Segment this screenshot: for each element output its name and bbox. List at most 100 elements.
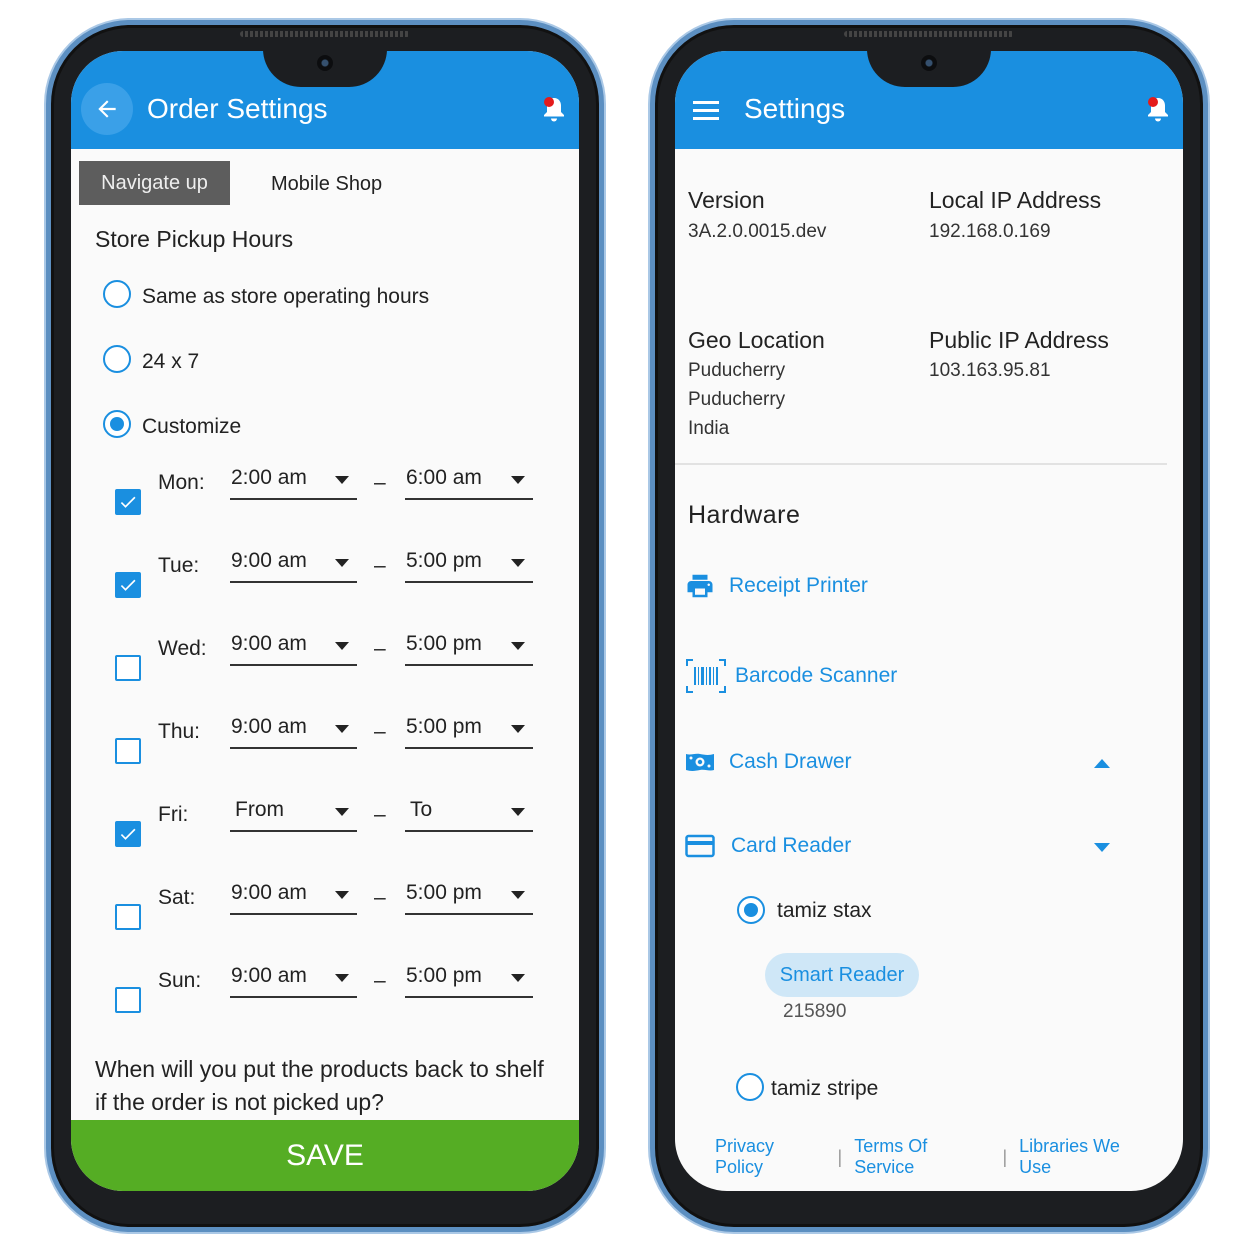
radio-customize[interactable]	[103, 410, 131, 438]
checkbox-mon[interactable]	[115, 489, 141, 515]
day-label-thu: Thu:	[158, 720, 201, 743]
footer-separator: |	[1002, 1146, 1008, 1167]
from-dropdown-sun[interactable]: 9:00 am	[230, 962, 357, 998]
radio-24x7[interactable]	[103, 345, 131, 373]
to-dropdown-thu[interactable]: 5:00 pm	[405, 713, 533, 749]
public-ip-label: Public IP Address	[929, 327, 1109, 353]
caret-up-icon[interactable]	[1094, 759, 1110, 768]
geo-state: Puducherry	[688, 389, 786, 410]
radio-tamiz-stax[interactable]	[737, 896, 765, 924]
from-dropdown-fri[interactable]: From	[230, 796, 357, 832]
dash-wed: –	[374, 637, 386, 660]
local-ip-value: 192.168.0.169	[929, 221, 1051, 242]
cash-icon	[686, 753, 714, 771]
version-label: Version	[688, 187, 765, 213]
back-button[interactable]	[81, 83, 133, 135]
from-dropdown-thu[interactable]: 9:00 am	[230, 713, 357, 749]
to-value-wed: 5:00 pm	[406, 632, 482, 655]
settings-screen: Settings Version 3A.2.0.0015.dev Local I…	[675, 51, 1183, 1191]
to-value-sat: 5:00 pm	[406, 881, 482, 904]
order-settings-screen: Order Settings Navigate up Mobile Shop S…	[71, 51, 579, 1191]
day-label-sun: Sun:	[158, 969, 202, 992]
arrow-left-icon	[98, 100, 116, 118]
smart-reader-chip[interactable]: Smart Reader	[765, 953, 919, 997]
checkbox-fri[interactable]	[115, 821, 141, 847]
checkbox-tue[interactable]	[115, 572, 141, 598]
libraries-we-use-link[interactable]: Libraries We Use	[1019, 1136, 1155, 1178]
geo-location-label: Geo Location	[688, 327, 825, 353]
cash-drawer-label: Cash Drawer	[729, 750, 852, 773]
dropdown-caret-icon	[511, 891, 525, 899]
checkbox-wed[interactable]	[115, 655, 141, 681]
dash-mon: –	[374, 471, 386, 494]
from-dropdown-wed[interactable]: 9:00 am	[230, 630, 357, 666]
dropdown-caret-icon	[511, 974, 525, 982]
to-dropdown-fri[interactable]: To	[405, 796, 533, 832]
dropdown-caret-icon	[511, 725, 525, 733]
checkbox-sat[interactable]	[115, 904, 141, 930]
radio-label-same-hours: Same as store operating hours	[142, 285, 430, 308]
from-dropdown-sat[interactable]: 9:00 am	[230, 879, 357, 915]
notification-bell-icon[interactable]	[541, 95, 567, 125]
printer-icon	[687, 574, 713, 598]
checkmark-icon	[120, 579, 136, 591]
checkbox-thu[interactable]	[115, 738, 141, 764]
cash-drawer-item[interactable]: Cash Drawer	[685, 742, 852, 782]
radio-label-customize: Customize	[142, 415, 242, 438]
to-value-thu: 5:00 pm	[406, 715, 482, 738]
dash-sun: –	[374, 969, 386, 992]
version-value: 3A.2.0.0015.dev	[688, 221, 827, 242]
to-dropdown-wed[interactable]: 5:00 pm	[405, 630, 533, 666]
reader-label-stax: tamiz stax	[777, 899, 872, 922]
notification-bell-icon[interactable]	[1145, 95, 1171, 125]
to-dropdown-mon[interactable]: 6:00 am	[405, 464, 533, 500]
from-dropdown-mon[interactable]: 2:00 am	[230, 464, 357, 500]
from-dropdown-tue[interactable]: 9:00 am	[230, 547, 357, 583]
privacy-policy-link[interactable]: Privacy Policy	[715, 1136, 826, 1178]
geo-city: Puducherry	[688, 360, 786, 381]
dropdown-caret-icon	[511, 642, 525, 650]
save-button[interactable]: SAVE	[71, 1120, 579, 1191]
dash-fri: –	[374, 803, 386, 826]
dash-sat: –	[374, 886, 386, 909]
terms-of-service-link[interactable]: Terms Of Service	[854, 1136, 990, 1178]
store-name: Mobile Shop	[271, 173, 383, 195]
receipt-printer-item[interactable]: Receipt Printer	[685, 566, 868, 606]
to-dropdown-tue[interactable]: 5:00 pm	[405, 547, 533, 583]
day-label-fri: Fri:	[158, 803, 189, 826]
barcode-scanner-label: Barcode Scanner	[735, 664, 898, 687]
menu-icon[interactable]	[693, 101, 719, 121]
from-value-thu: 9:00 am	[231, 715, 307, 738]
to-value-tue: 5:00 pm	[406, 549, 482, 572]
dropdown-caret-icon	[511, 808, 525, 816]
dropdown-caret-icon	[335, 725, 349, 733]
reader-label-stripe: tamiz stripe	[771, 1077, 879, 1100]
speaker-grille	[844, 31, 1014, 37]
public-ip-value: 103.163.95.81	[929, 360, 1051, 381]
navigate-up-tooltip: Navigate up	[79, 161, 230, 205]
caret-down-icon[interactable]	[1094, 843, 1110, 852]
dash-tue: –	[374, 554, 386, 577]
hardware-title: Hardware	[688, 501, 801, 529]
barcode-scanner-item[interactable]: Barcode Scanner	[685, 656, 897, 696]
dropdown-caret-icon	[335, 891, 349, 899]
from-value-tue: 9:00 am	[231, 549, 307, 572]
from-value-sun: 9:00 am	[231, 964, 307, 987]
from-value-sat: 9:00 am	[231, 881, 307, 904]
front-camera	[921, 55, 937, 71]
phone-settings: Settings Version 3A.2.0.0015.dev Local I…	[650, 20, 1208, 1232]
page-title: Settings	[744, 93, 846, 124]
day-label-tue: Tue:	[158, 554, 200, 577]
dropdown-caret-icon	[335, 559, 349, 567]
radio-same-hours[interactable]	[103, 280, 131, 308]
checkmark-icon	[120, 496, 136, 508]
from-value-mon: 2:00 am	[231, 466, 307, 489]
to-dropdown-sun[interactable]: 5:00 pm	[405, 962, 533, 998]
notch	[867, 51, 991, 87]
checkbox-sun[interactable]	[115, 987, 141, 1013]
radio-tamiz-stripe[interactable]	[736, 1073, 764, 1101]
barcode-icon	[686, 659, 726, 693]
to-dropdown-sat[interactable]: 5:00 pm	[405, 879, 533, 915]
section-title: Store Pickup Hours	[95, 226, 294, 252]
card-reader-item[interactable]: Card Reader	[685, 826, 851, 866]
